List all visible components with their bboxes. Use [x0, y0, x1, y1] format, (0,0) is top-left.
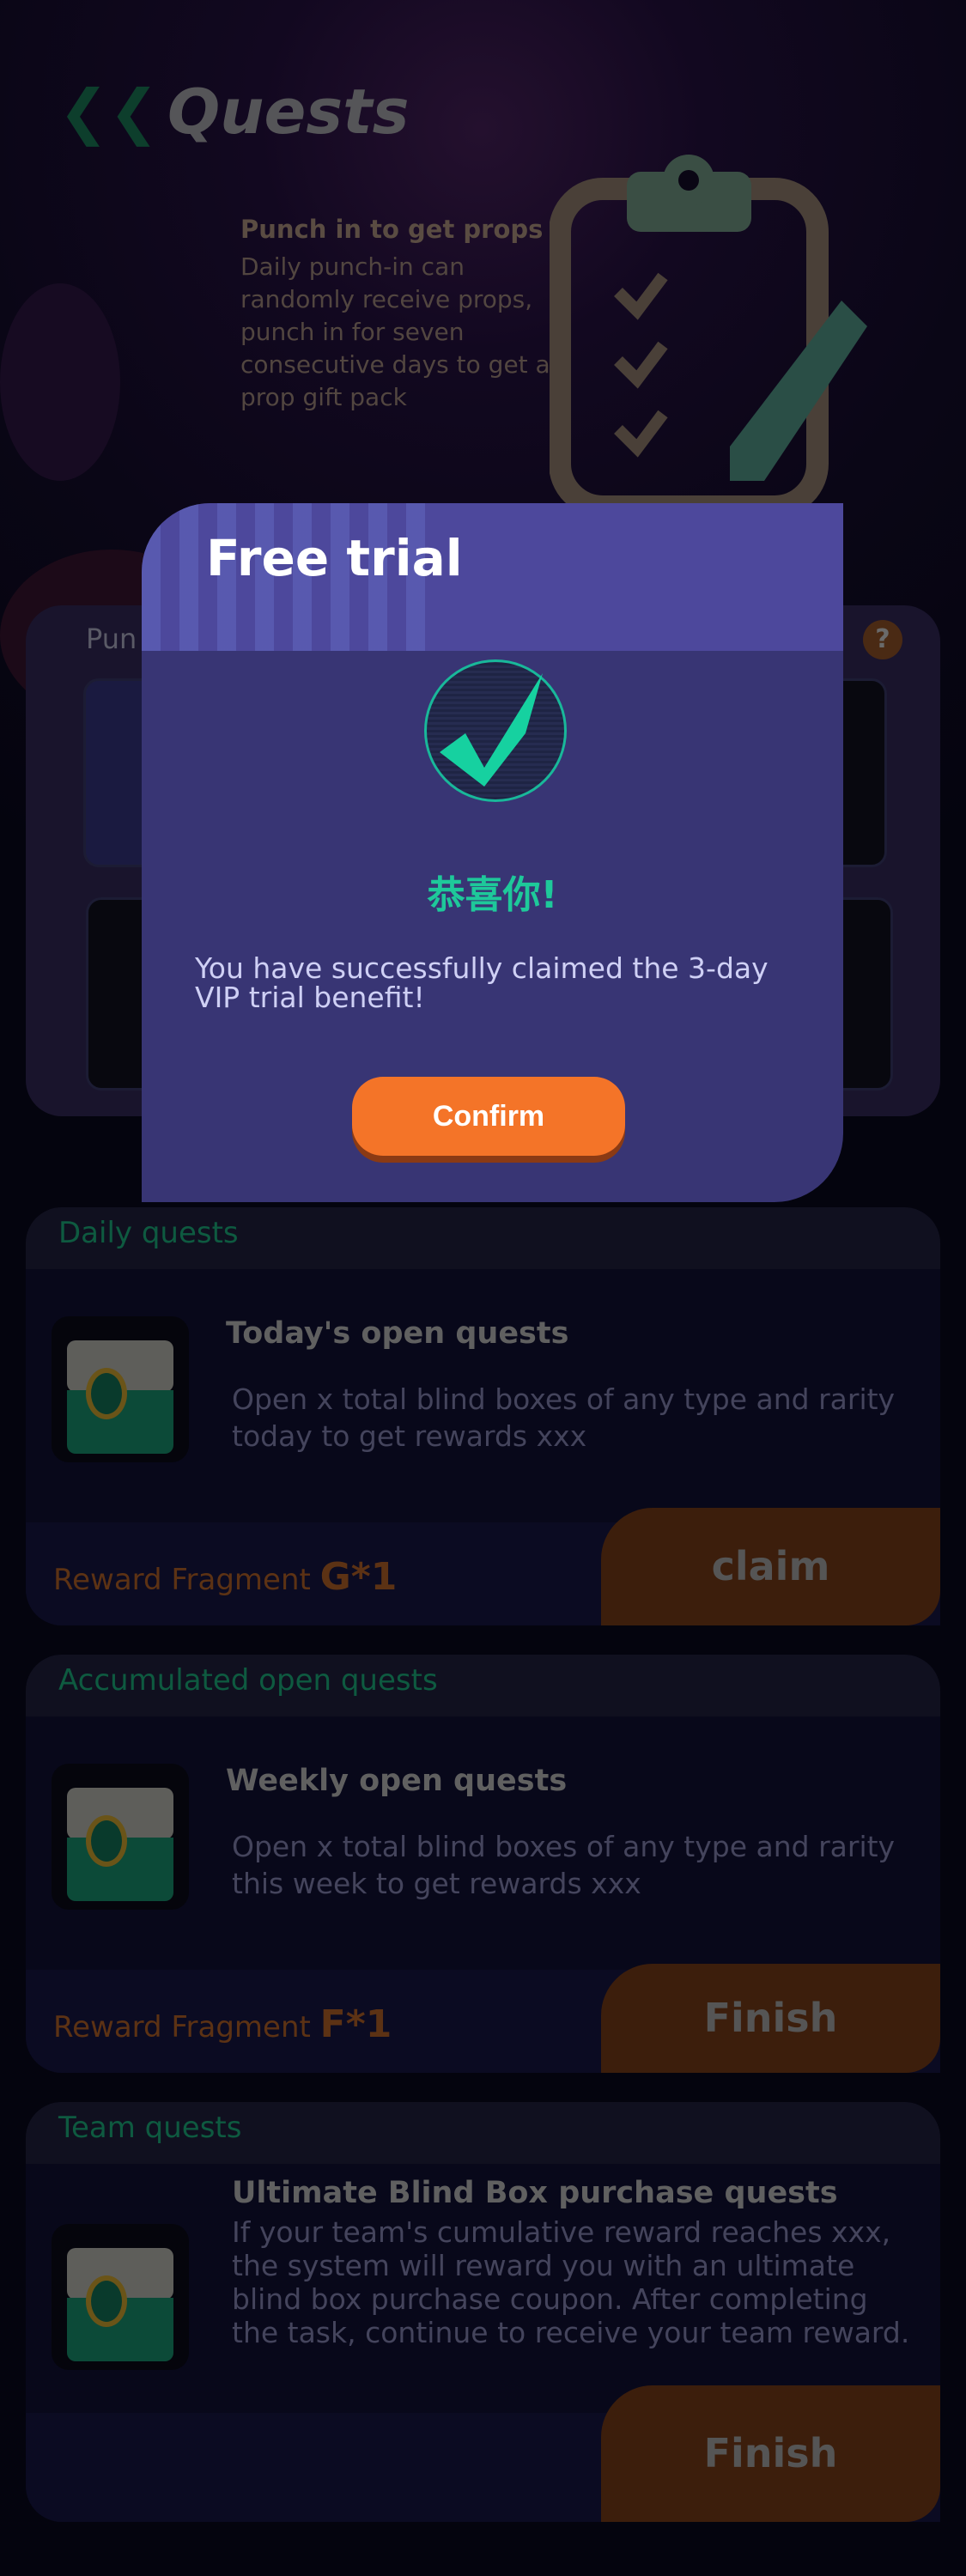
- team-quests-card: Team quests Ultimate Blind Box purchase …: [26, 2102, 940, 2522]
- finish-button[interactable]: Finish: [601, 2385, 940, 2522]
- reward-text: Reward Fragment F*1: [53, 2002, 392, 2046]
- back-button[interactable]: ❮❮: [58, 82, 159, 142]
- confirm-button[interactable]: Confirm: [352, 1077, 625, 1156]
- section-title: Team quests: [26, 2102, 940, 2164]
- quest-description: Open x total blind boxes of any type and…: [232, 1382, 896, 1453]
- blind-box-image: [52, 1764, 189, 1910]
- daily-quests-card: Daily quests Today's open quests Open x …: [26, 1207, 940, 1625]
- decor-blob: [0, 283, 120, 481]
- panel-label: Pun: [86, 623, 137, 655]
- reward-text: Reward Fragment G*1: [53, 1555, 398, 1599]
- blind-box-image: [52, 2224, 189, 2370]
- congrats-text: 恭喜你!: [427, 873, 558, 917]
- punch-title: Punch in to get props: [240, 215, 544, 244]
- claim-button[interactable]: claim: [601, 1508, 940, 1625]
- modal-message: You have successfully claimed the 3-day …: [195, 951, 769, 1014]
- page-title: Quests: [167, 76, 410, 148]
- section-title: Accumulated open quests: [26, 1655, 940, 1716]
- punch-description: Daily punch-in can randomly receive prop…: [240, 252, 550, 411]
- finish-button[interactable]: Finish: [601, 1964, 940, 2073]
- check-circle-icon: [424, 659, 567, 802]
- quest-title: Weekly open quests: [226, 1764, 568, 1798]
- accumulated-quests-card: Accumulated open quests Weekly open ques…: [26, 1655, 940, 2073]
- quest-title: Ultimate Blind Box purchase quests: [232, 2176, 838, 2210]
- section-title: Daily quests: [26, 1207, 940, 1269]
- free-trial-modal: Free trial 恭喜你! You have successfully cl…: [142, 503, 843, 1202]
- double-chevron-left-icon: ❮❮: [58, 76, 160, 147]
- quest-description: Open x total blind boxes of any type and…: [232, 1830, 896, 1900]
- clipboard-icon: [550, 155, 867, 515]
- help-icon[interactable]: ?: [863, 620, 902, 659]
- modal-title: Free trial: [142, 503, 843, 651]
- quest-title: Today's open quests: [226, 1316, 569, 1351]
- blind-box-image: [52, 1316, 189, 1462]
- quest-description: If your team's cumulative reward reaches…: [232, 2215, 910, 2349]
